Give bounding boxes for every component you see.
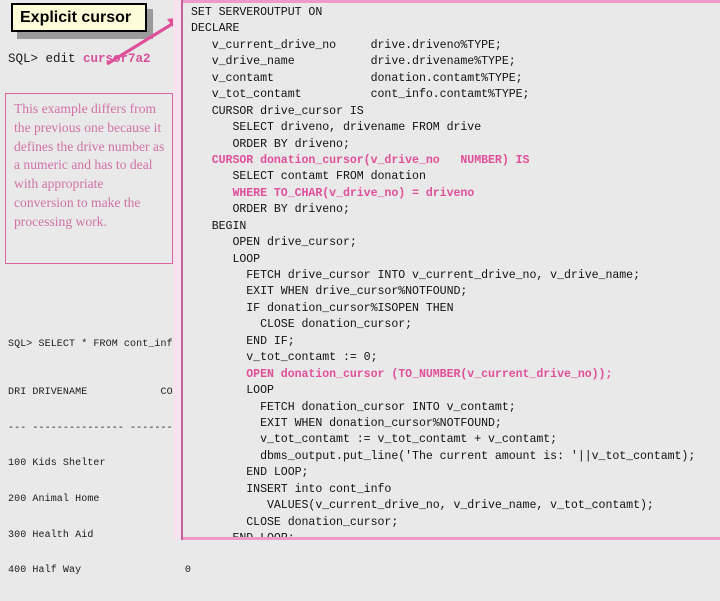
sql-edit-prompt: SQL> edit: [8, 52, 84, 66]
code-line: BEGIN: [191, 219, 247, 233]
code-line: LOOP: [191, 252, 261, 266]
code-line: v_drive_name drive.drivename%TYPE;: [191, 55, 516, 69]
code-line: CLOSE donation_cursor;: [191, 515, 399, 529]
code-line: dbms_output.put_line('The current amount…: [191, 449, 696, 463]
code-line: FETCH drive_cursor INTO v_current_drive_…: [191, 269, 640, 282]
code-line: END IF;: [191, 334, 295, 348]
code-line: END LOOP;: [191, 466, 309, 480]
code-line: IF donation_cursor%ISOPEN THEN: [191, 301, 454, 315]
description-callout-box: This example differs from the previous o…: [5, 93, 173, 264]
code-line: SET SERVEROUTPUT ON: [191, 6, 323, 19]
code-line: SELECT driveno, drivename FROM drive: [191, 121, 482, 135]
slide-canvas: Explicit cursor SQL> edit cursor7a2 This…: [0, 0, 720, 576]
left-panel: Explicit cursor SQL> edit cursor7a2 This…: [0, 0, 203, 576]
code-line: v_contamt donation.contamt%TYPE;: [191, 71, 523, 85]
code-line: ORDER BY driveno;: [191, 203, 350, 217]
code-line: v_tot_contamt cont_info.contamt%TYPE;: [191, 88, 530, 102]
code-line: EXIT WHEN donation_cursor%NOTFOUND;: [191, 416, 502, 430]
description-text: This example differs from the previous o…: [14, 101, 165, 229]
code-line: END LOOP;: [191, 532, 295, 540]
code-line: ORDER BY driveno;: [191, 137, 350, 151]
code-line: SELECT contamt FROM donation: [191, 170, 426, 184]
code-line: v_tot_contamt := v_tot_contamt + v_conta…: [191, 433, 558, 447]
code-line: FETCH donation_cursor INTO v_contamt;: [191, 400, 516, 414]
panel-divider-strip: [173, 0, 181, 540]
sql-select-command: SQL> SELECT * FROM cont_info;: [8, 339, 185, 350]
code-panel: SET SERVEROUTPUT ON DECLARE v_current_dri…: [183, 0, 720, 540]
code-line: CURSOR drive_cursor IS: [191, 104, 364, 118]
code-line: v_current_drive_no drive.driveno%TYPE;: [191, 38, 502, 52]
code-line: DECLARE: [191, 22, 240, 36]
code-line: LOOP: [191, 384, 274, 398]
table-row: 400 Half Way 0: [8, 565, 192, 577]
code-line: CLOSE donation_cursor;: [191, 318, 413, 332]
plsql-code-listing: SET SERVEROUTPUT ON DECLARE v_current_dri…: [191, 5, 696, 540]
code-line-highlighted: CURSOR donation_cursor(v_drive_no NUMBER…: [191, 153, 530, 167]
code-line: v_tot_contamt := 0;: [191, 351, 378, 365]
code-line: VALUES(v_current_drive_no, v_drive_name,…: [191, 499, 654, 513]
code-line: INSERT into cont_info: [191, 482, 392, 496]
code-line-highlighted: OPEN donation_cursor (TO_NUMBER(v_curren…: [191, 367, 613, 381]
code-line: OPEN drive_cursor;: [191, 236, 357, 250]
code-line-highlighted: WHERE TO_CHAR(v_drive_no) = driveno: [191, 186, 475, 200]
code-line: EXIT WHEN drive_cursor%NOTFOUND;: [191, 285, 468, 299]
